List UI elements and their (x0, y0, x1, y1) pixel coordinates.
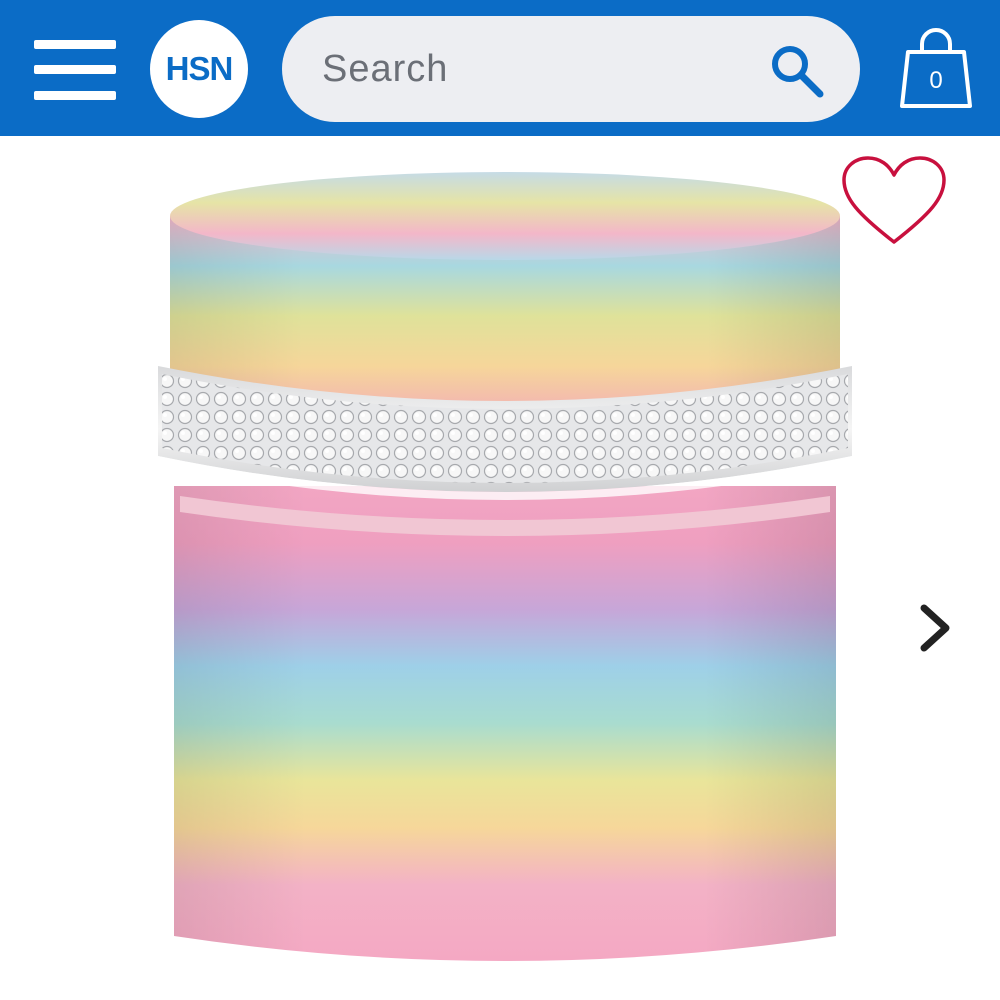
menu-icon-bar (34, 40, 116, 49)
chevron-right-icon[interactable] (906, 596, 962, 660)
menu-icon-bar (34, 91, 116, 100)
shopping-bag-button[interactable]: 0 (898, 28, 974, 110)
heart-outline-icon[interactable] (838, 154, 950, 250)
product-gallery (0, 136, 1000, 1000)
menu-icon-bar (34, 65, 116, 74)
menu-button[interactable] (34, 40, 116, 100)
search-icon[interactable] (768, 42, 826, 100)
logo-text: HSN (165, 50, 234, 87)
search-bar (282, 16, 860, 122)
search-input[interactable] (322, 36, 752, 102)
hsn-logo[interactable]: HSN (150, 20, 248, 118)
top-header: HSN 0 (0, 0, 1000, 136)
bag-count: 0 (929, 67, 943, 94)
product-image[interactable] (140, 156, 870, 986)
